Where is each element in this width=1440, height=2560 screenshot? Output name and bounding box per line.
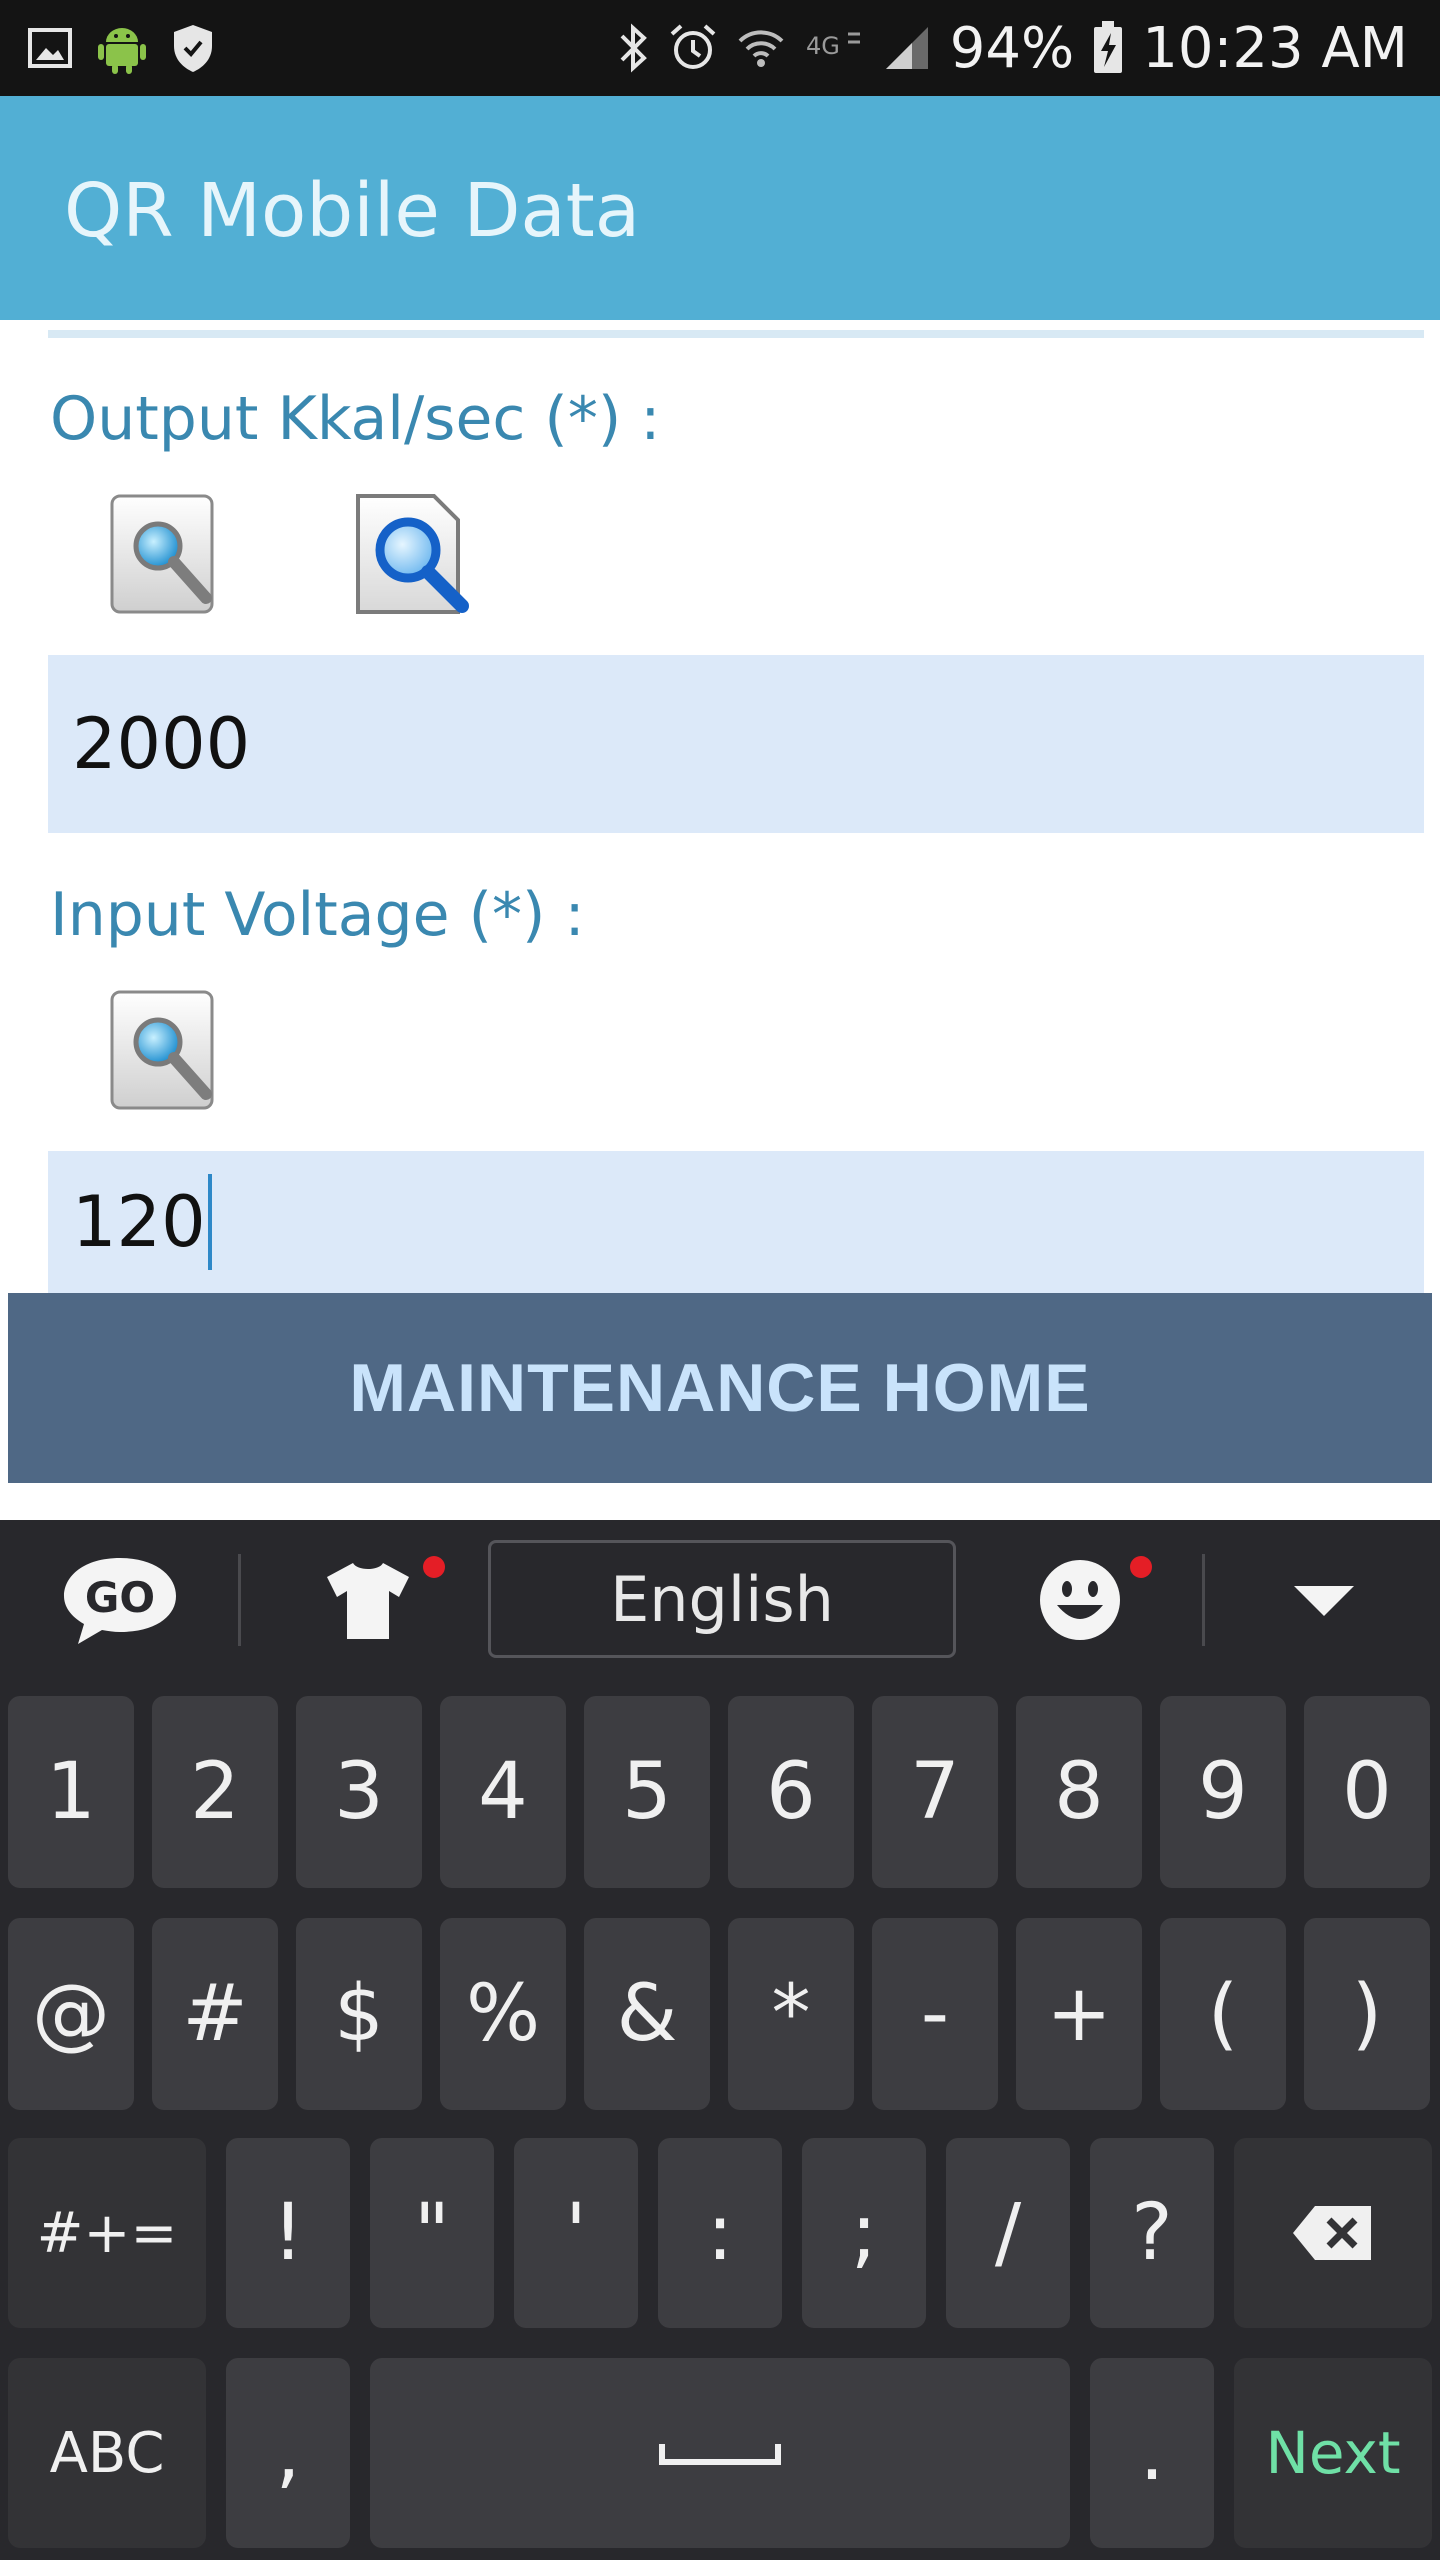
magnifier-doc-icon bbox=[110, 990, 214, 1110]
magnifier-doc-icon bbox=[110, 494, 214, 614]
key-digit-7[interactable]: 8 bbox=[1016, 1696, 1142, 1888]
key-digit-3[interactable]: 4 bbox=[440, 1696, 566, 1888]
key-punct-3[interactable]: : bbox=[658, 2138, 782, 2328]
collapse-keyboard-button[interactable] bbox=[1264, 1520, 1384, 1680]
browse-lookup-button[interactable] bbox=[352, 490, 469, 620]
soft-keyboard: GO English 1234567890 @ # $ % & * - + (… bbox=[0, 1520, 1440, 2560]
key-digit-5[interactable]: 6 bbox=[728, 1696, 854, 1888]
key-space[interactable] bbox=[370, 2358, 1070, 2548]
key-backspace[interactable] bbox=[1234, 2138, 1432, 2328]
lte-icon: 4G bbox=[804, 28, 864, 68]
keyboard-toolbar: GO English bbox=[0, 1520, 1440, 1680]
key-symbol-4[interactable]: & bbox=[584, 1918, 710, 2110]
key-digit-8[interactable]: 9 bbox=[1160, 1696, 1286, 1888]
key-next[interactable]: Next bbox=[1234, 2358, 1432, 2548]
space-bar-icon bbox=[659, 2444, 781, 2465]
voltage-lookup-button[interactable] bbox=[106, 986, 218, 1116]
key-punct-6[interactable]: ? bbox=[1090, 2138, 1214, 2328]
key-digit-6[interactable]: 7 bbox=[872, 1696, 998, 1888]
input-voltage-input[interactable]: 120 bbox=[48, 1151, 1424, 1293]
output-kkal-label: Output Kkal/sec (*) : bbox=[50, 384, 661, 454]
key-punct-4[interactable]: ; bbox=[802, 2138, 926, 2328]
key-symbol-5[interactable]: * bbox=[728, 1918, 854, 2110]
clock: 10:23 AM bbox=[1142, 15, 1408, 81]
input-voltage-value: 120 bbox=[72, 1181, 206, 1263]
section-divider bbox=[48, 330, 1424, 338]
search-document-icon bbox=[356, 494, 469, 614]
bluetooth-icon bbox=[616, 22, 650, 74]
key-symbol-8[interactable]: ( bbox=[1160, 1918, 1286, 2110]
svg-text:4G: 4G bbox=[806, 32, 840, 60]
go-keyboard-button[interactable]: GO bbox=[50, 1520, 190, 1680]
text-cursor bbox=[207, 1174, 212, 1270]
language-button[interactable]: English bbox=[488, 1540, 956, 1658]
key-symbol-2[interactable]: $ bbox=[296, 1918, 422, 2110]
key-symbol-9[interactable]: ) bbox=[1304, 1918, 1430, 2110]
emoji-notification-dot bbox=[1130, 1556, 1152, 1578]
key-digit-1[interactable]: 2 bbox=[152, 1696, 278, 1888]
output-kkal-input[interactable]: 2000 bbox=[48, 655, 1424, 833]
key-period[interactable]: . bbox=[1090, 2358, 1214, 2548]
input-voltage-label: Input Voltage (*) : bbox=[50, 880, 585, 950]
key-symbol-3[interactable]: % bbox=[440, 1918, 566, 2110]
wifi-icon bbox=[736, 23, 786, 73]
alarm-icon bbox=[668, 22, 718, 74]
key-digit-4[interactable]: 5 bbox=[584, 1696, 710, 1888]
android-icon bbox=[96, 20, 148, 76]
image-icon bbox=[26, 24, 74, 72]
go-logo-icon: GO bbox=[64, 1558, 176, 1644]
key-digit-9[interactable]: 0 bbox=[1304, 1696, 1430, 1888]
signal-icon bbox=[882, 23, 932, 73]
key-symbol-7[interactable]: + bbox=[1016, 1918, 1142, 2110]
key-digit-0[interactable]: 1 bbox=[8, 1696, 134, 1888]
battery-charging-icon bbox=[1092, 21, 1124, 75]
key-comma[interactable]: , bbox=[226, 2358, 350, 2548]
shield-icon bbox=[170, 22, 216, 74]
key-abc[interactable]: ABC bbox=[8, 2358, 206, 2548]
key-punct-0[interactable]: ! bbox=[226, 2138, 350, 2328]
key-punct-5[interactable]: / bbox=[946, 2138, 1070, 2328]
key-digit-2[interactable]: 3 bbox=[296, 1696, 422, 1888]
emoji-button[interactable] bbox=[1020, 1520, 1140, 1680]
battery-percent: 94% bbox=[949, 15, 1075, 81]
status-bar: 4G 94% 10:23 AM bbox=[0, 0, 1440, 96]
theme-shirt-icon bbox=[327, 1563, 409, 1639]
scan-lookup-button[interactable] bbox=[106, 490, 218, 620]
collapse-chevron-icon bbox=[1294, 1586, 1354, 1616]
key-more-symbols[interactable]: #+= bbox=[8, 2138, 206, 2328]
app-title: QR Mobile Data bbox=[64, 168, 641, 254]
key-punct-2[interactable]: ' bbox=[514, 2138, 638, 2328]
key-symbol-0[interactable]: @ bbox=[8, 1918, 134, 2110]
emoji-icon bbox=[1040, 1560, 1120, 1640]
toolbar-separator bbox=[1202, 1554, 1205, 1646]
output-kkal-value: 2000 bbox=[72, 703, 251, 785]
maintenance-home-button[interactable]: MAINTENANCE HOME bbox=[8, 1293, 1432, 1483]
key-punct-1[interactable]: " bbox=[370, 2138, 494, 2328]
svg-text:GO: GO bbox=[85, 1573, 155, 1622]
key-symbol-6[interactable]: - bbox=[872, 1918, 998, 2110]
theme-button[interactable] bbox=[308, 1520, 428, 1680]
backspace-icon bbox=[1293, 2206, 1371, 2260]
app-bar: QR Mobile Data bbox=[0, 96, 1440, 320]
toolbar-separator bbox=[238, 1554, 241, 1646]
theme-notification-dot bbox=[423, 1556, 445, 1578]
key-symbol-1[interactable]: # bbox=[152, 1918, 278, 2110]
